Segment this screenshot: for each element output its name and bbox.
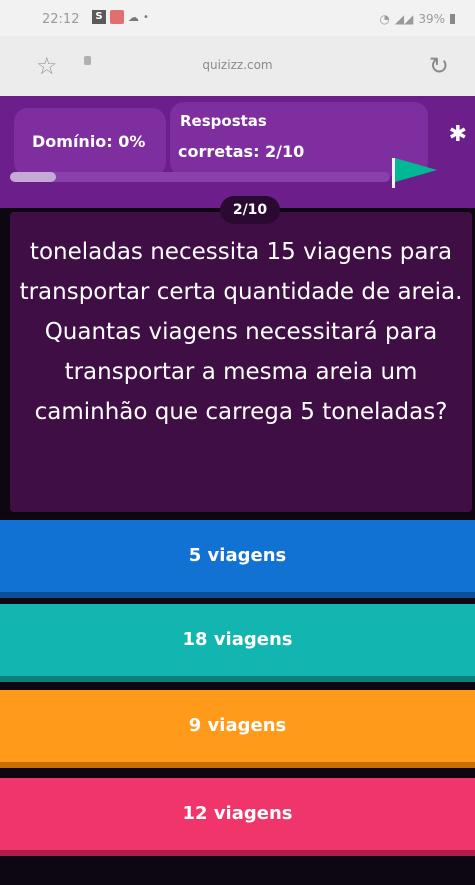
- app-notification-icon: [110, 10, 124, 24]
- browser-address-bar: ☆ quizizz.com ↻: [0, 36, 475, 96]
- status-right: ◔ ◢◢ 39%: [379, 12, 455, 26]
- wifi-icon: ◔: [379, 12, 390, 26]
- status-icons: S ☁ •: [92, 10, 149, 24]
- signal-icon: ◢◢: [394, 12, 414, 26]
- answer-option-3[interactable]: 9 viagens: [0, 690, 475, 768]
- answer-option-4[interactable]: 12 viagens: [0, 778, 475, 856]
- question-card: toneladas necessita 15 viagens para tran…: [10, 212, 472, 512]
- progress-bar: [10, 172, 390, 182]
- app-s-icon: S: [92, 10, 106, 24]
- answers-label-line1: Respostas: [180, 112, 267, 130]
- question-counter: 2/10: [220, 196, 280, 224]
- cloud-icon: ☁: [128, 10, 139, 24]
- answer-option-2[interactable]: 18 viagens: [0, 604, 475, 682]
- quiz-header: Domínio: 0% Respostas corretas: 2/10 ✱: [0, 96, 475, 208]
- progress-fill: [10, 172, 56, 182]
- correct-answers-pill: Respostas corretas: 2/10: [170, 102, 428, 176]
- dot-icon: •: [143, 11, 149, 23]
- answers-label-line2: corretas: 2/10: [178, 142, 305, 161]
- url-text[interactable]: quizizz.com: [0, 58, 475, 72]
- bottom-area: [0, 858, 475, 885]
- score-pill: Domínio: 0%: [14, 108, 166, 176]
- status-bar: 22:12 S ☁ • ◔ ◢◢ 39%: [0, 0, 475, 36]
- score-label: Domínio: 0%: [32, 132, 146, 151]
- question-text: toneladas necessita 15 viagens para tran…: [19, 239, 463, 425]
- reload-icon[interactable]: ↻: [429, 52, 449, 80]
- answer-option-1[interactable]: 5 viagens: [0, 520, 475, 598]
- status-time: 22:12: [42, 12, 80, 27]
- gear-icon[interactable]: ✱: [449, 122, 467, 147]
- battery-icon: [450, 14, 455, 24]
- battery-percent: 39%: [418, 12, 445, 26]
- finish-flag-icon: [395, 158, 437, 182]
